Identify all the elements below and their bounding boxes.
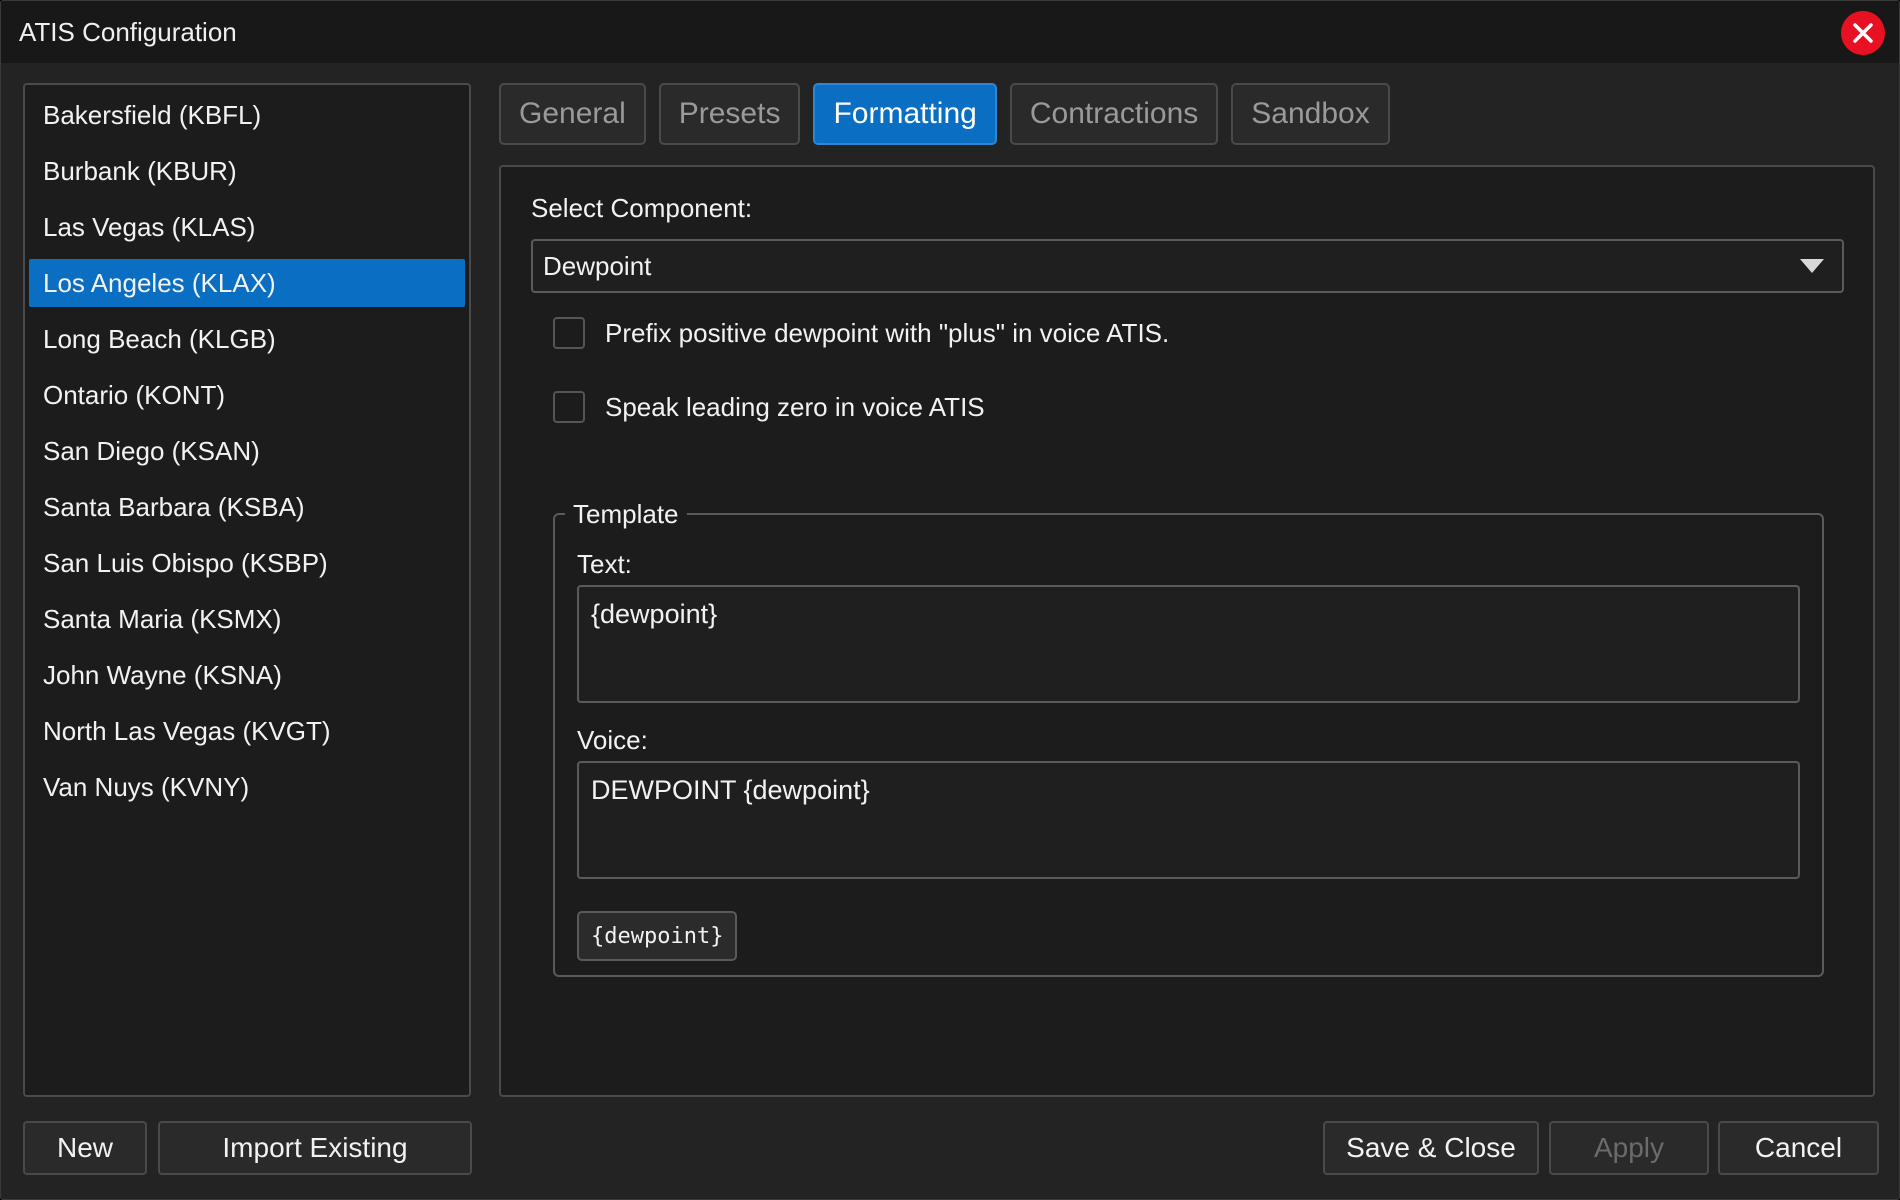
airport-list-item[interactable]: John Wayne (KSNA) xyxy=(29,651,465,699)
airport-list-item[interactable]: Santa Maria (KSMX) xyxy=(29,595,465,643)
template-group: Template Text: {dewpoint} Voice: DEWPOIN… xyxy=(553,499,1824,977)
airport-list-item[interactable]: San Diego (KSAN) xyxy=(29,427,465,475)
new-button[interactable]: New xyxy=(23,1121,147,1175)
select-component-label: Select Component: xyxy=(531,193,753,223)
airport-list[interactable]: Bakersfield (KBFL) Burbank (KBUR) Las Vega… xyxy=(23,83,471,1097)
airport-list-item[interactable]: Long Beach (KLGB) xyxy=(29,315,465,363)
airport-list-item[interactable]: Bakersfield (KBFL) xyxy=(29,91,465,139)
airport-list-item[interactable]: Van Nuys (KVNY) xyxy=(29,763,465,811)
cancel-button[interactable]: Cancel xyxy=(1718,1121,1879,1175)
voice-label: Voice: xyxy=(577,725,648,755)
prefix-plus-checkbox[interactable] xyxy=(553,317,585,349)
airport-list-item[interactable]: North Las Vegas (KVGT) xyxy=(29,707,465,755)
close-button[interactable] xyxy=(1841,11,1885,55)
airport-list-item[interactable]: Las Vegas (KLAS) xyxy=(29,203,465,251)
import-existing-button[interactable]: Import Existing xyxy=(158,1121,472,1175)
airport-list-item[interactable]: San Luis Obispo (KSBP) xyxy=(29,539,465,587)
title-bar: ATIS Configuration xyxy=(1,1,1899,63)
window-title: ATIS Configuration xyxy=(19,17,237,47)
tab-bar: General Presets Formatting Contractions Sand… xyxy=(499,83,1390,145)
prefix-plus-option[interactable]: Prefix positive dewpoint with "plus" in … xyxy=(553,317,1169,349)
airport-list-item[interactable]: Ontario (KONT) xyxy=(29,371,465,419)
chevron-down-icon xyxy=(1800,259,1824,273)
formatting-panel: Select Component: Dewpoint Prefix positi… xyxy=(499,165,1875,1097)
leading-zero-option[interactable]: Speak leading zero in voice ATIS xyxy=(553,391,985,423)
airport-list-item[interactable]: Los Angeles (KLAX) xyxy=(29,259,465,307)
leading-zero-checkbox[interactable] xyxy=(553,391,585,423)
prefix-plus-label: Prefix positive dewpoint with "plus" in … xyxy=(605,317,1170,348)
component-select-value: Dewpoint xyxy=(543,250,652,281)
leading-zero-label: Speak leading zero in voice ATIS xyxy=(605,391,985,422)
tab-formatting[interactable]: Formatting xyxy=(813,83,997,145)
component-select[interactable]: Dewpoint xyxy=(531,239,1844,293)
atis-configuration-window: ATIS Configuration Bakersfield (KBFL) Bur… xyxy=(0,0,1900,1200)
dewpoint-token-button[interactable]: {dewpoint} xyxy=(577,911,738,961)
tab-sandbox[interactable]: Sandbox xyxy=(1231,83,1390,145)
tab-general[interactable]: General xyxy=(499,83,646,145)
airport-list-item[interactable]: Burbank (KBUR) xyxy=(29,147,465,195)
voice-template-field[interactable]: DEWPOINT {dewpoint} xyxy=(577,761,1800,879)
apply-button[interactable]: Apply xyxy=(1549,1121,1709,1175)
text-template-field[interactable]: {dewpoint} xyxy=(577,585,1800,703)
tab-contractions[interactable]: Contractions xyxy=(1009,83,1219,145)
template-legend: Template xyxy=(565,499,687,530)
airport-list-item[interactable]: Santa Barbara (KSBA) xyxy=(29,483,465,531)
close-icon xyxy=(1853,23,1873,43)
tab-presets[interactable]: Presets xyxy=(658,83,801,145)
save-close-button[interactable]: Save & Close xyxy=(1323,1121,1539,1175)
text-label: Text: xyxy=(577,549,632,579)
